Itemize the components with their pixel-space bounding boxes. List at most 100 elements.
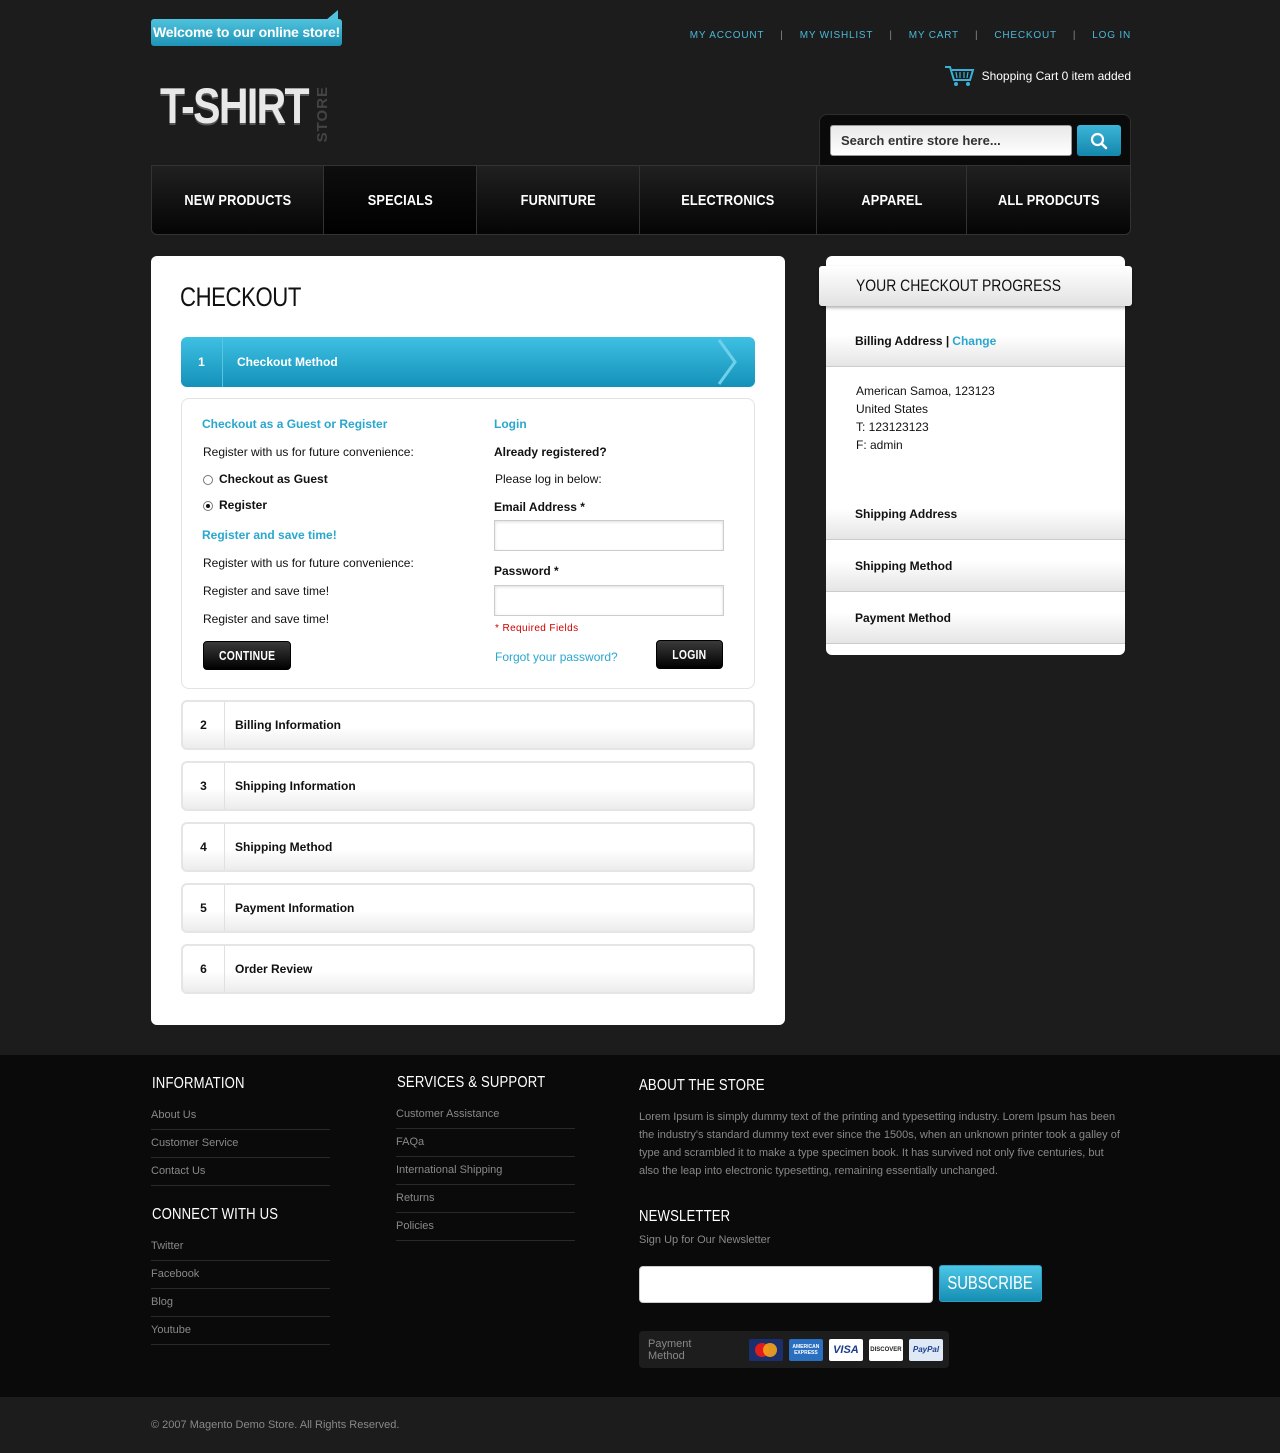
step-label: Billing Information	[235, 718, 341, 732]
address-line: F: admin	[856, 438, 903, 452]
store-logo[interactable]: T-SHIRT STORE	[160, 78, 340, 142]
newsletter-subtitle: Sign Up for Our Newsletter	[639, 1234, 771, 1246]
footer-connect-links: Twitter Facebook Blog Youtube	[151, 1233, 330, 1345]
top-links: MY ACCOUNT | MY WISHLIST | MY CART | CHE…	[690, 30, 1131, 41]
subscribe-label: SUBSCRIBE	[947, 1273, 1034, 1293]
newsletter-title: NEWSLETTER	[639, 1208, 731, 1225]
payment-methods: Payment Method AMERICAN EXPRESS VISA DIS…	[639, 1331, 949, 1368]
my-cart-link[interactable]: MY CART	[909, 30, 959, 41]
already-registered: Already registered?	[494, 445, 607, 459]
footer-link-customer-assistance[interactable]: Customer Assistance	[396, 1101, 575, 1129]
nav-apparel[interactable]: APPAREL	[817, 166, 967, 234]
mastercard-icon	[748, 1338, 783, 1361]
radio-register[interactable]	[203, 501, 213, 511]
footer-services-title: SERVICES & SUPPORT	[397, 1074, 546, 1091]
cart-icon	[944, 66, 974, 86]
footer-information-title: INFORMATION	[152, 1075, 245, 1092]
login-section-title: Login	[494, 417, 527, 431]
footer-link-twitter[interactable]: Twitter	[151, 1233, 330, 1261]
nav-furniture[interactable]: FURNITURE	[477, 166, 640, 234]
copyright: © 2007 Magento Demo Store. All Rights Re…	[151, 1419, 400, 1431]
step-shipping-information[interactable]: 3 Shipping Information	[181, 761, 755, 811]
amex-icon: AMERICAN EXPRESS	[788, 1338, 823, 1361]
guest-section-title: Checkout as a Guest or Register	[202, 417, 388, 431]
footer-link-about-us[interactable]: About Us	[151, 1102, 330, 1130]
footer-link-blog[interactable]: Blog	[151, 1289, 330, 1317]
step-shipping-method[interactable]: 4 Shipping Method	[181, 822, 755, 872]
step-label: Order Review	[235, 962, 313, 976]
footer-link-returns[interactable]: Returns	[396, 1185, 575, 1213]
search-bar	[819, 114, 1131, 166]
chevron-right-icon	[717, 339, 737, 385]
register-line-1: Register with us for future convenience:	[203, 556, 414, 570]
footer-link-faq[interactable]: FAQa	[396, 1129, 575, 1157]
login-label: LOGIN	[672, 647, 707, 662]
footer-link-youtube[interactable]: Youtube	[151, 1317, 330, 1345]
step-number: 3	[183, 763, 225, 809]
step-billing-information[interactable]: 2 Billing Information	[181, 700, 755, 750]
subscribe-button[interactable]: SUBSCRIBE	[939, 1265, 1042, 1302]
my-wishlist-link[interactable]: MY WISHLIST	[800, 30, 874, 41]
step-checkout-method[interactable]: 1 Checkout Method	[181, 337, 755, 387]
nav-all-products[interactable]: ALL PRODCUTS	[967, 166, 1130, 234]
footer-services-links: Customer Assistance FAQa International S…	[396, 1101, 575, 1241]
radio-label-register: Register	[219, 498, 268, 512]
logo-subtext: STORE	[314, 86, 331, 143]
link-separator: |	[1072, 30, 1077, 41]
my-account-link[interactable]: MY ACCOUNT	[690, 30, 765, 41]
step-number: 4	[183, 824, 225, 870]
nav-specials[interactable]: SPECIALS	[324, 166, 477, 234]
cart-summary: Shopping Cart 0 item added	[981, 69, 1131, 83]
login-button[interactable]: LOGIN	[656, 640, 723, 669]
search-input[interactable]	[830, 125, 1072, 156]
logo-text: T-SHIRT	[160, 78, 310, 134]
register-line-2: Register and save time!	[203, 584, 330, 598]
shopping-cart[interactable]: Shopping Cart 0 item added	[944, 64, 1131, 88]
email-label: Email Address *	[494, 500, 585, 514]
checkout-method-content: Checkout as a Guest or Register Register…	[181, 398, 755, 689]
main-navigation: NEW PRODUCTS SPECIALS FURNITURE ELECTRON…	[151, 165, 1131, 235]
visa-icon: VISA	[828, 1338, 863, 1361]
nav-label: SPECIALS	[367, 191, 433, 209]
checkout-link[interactable]: CHECKOUT	[994, 30, 1057, 41]
address-line: American Samoa, 123123	[856, 384, 995, 398]
continue-button[interactable]: CONTINUE	[203, 641, 291, 670]
step-payment-information[interactable]: 5 Payment Information	[181, 883, 755, 933]
progress-title: YOUR CHECKOUT PROGRESS	[856, 276, 1062, 295]
footer-information-links: About Us Customer Service Contact Us	[151, 1102, 330, 1186]
change-billing-link[interactable]: Change	[952, 334, 996, 348]
log-in-link[interactable]: LOG IN	[1092, 30, 1131, 41]
nav-label: ALL PRODCUTS	[997, 191, 1100, 209]
checkout-panel: CHECKOUT 1 Checkout Method Checkout as a…	[151, 256, 785, 1025]
forgot-password-link[interactable]: Forgot your password?	[495, 650, 618, 664]
payment-method-label: Payment Method	[648, 1337, 692, 1362]
progress-separator: |	[945, 333, 950, 348]
register-line-3: Register and save time!	[203, 612, 330, 626]
progress-shipping-method: Shipping Method	[826, 540, 1125, 592]
paypal-icon: PayPal	[908, 1338, 943, 1361]
newsletter-email-input[interactable]	[639, 1266, 933, 1303]
search-icon	[1090, 132, 1108, 149]
password-label: Password *	[494, 564, 559, 578]
radio-checkout-guest[interactable]	[203, 475, 213, 485]
footer-link-customer-service[interactable]: Customer Service	[151, 1130, 330, 1158]
link-separator: |	[780, 30, 784, 41]
address-line: United States	[856, 402, 929, 416]
link-separator: |	[974, 30, 979, 41]
password-label-text: Password	[494, 564, 551, 578]
footer-link-contact-us[interactable]: Contact Us	[151, 1158, 330, 1186]
footer-link-international-shipping[interactable]: International Shipping	[396, 1157, 575, 1185]
step-label: Shipping Information	[235, 779, 356, 793]
guest-intro: Register with us for future convenience:	[203, 445, 414, 459]
step-order-review[interactable]: 6 Order Review	[181, 944, 755, 994]
footer-link-policies[interactable]: Policies	[396, 1213, 575, 1241]
progress-billing-address: Billing Address | Change	[826, 315, 1125, 367]
footer-link-facebook[interactable]: Facebook	[151, 1261, 330, 1289]
email-field[interactable]	[494, 520, 724, 551]
nav-electronics[interactable]: ELECTRONICS	[640, 166, 817, 234]
continue-label: CONTINUE	[218, 648, 276, 663]
progress-shipping-address: Shipping Address	[826, 488, 1125, 540]
password-field[interactable]	[494, 585, 724, 616]
search-button[interactable]	[1077, 125, 1121, 156]
nav-new-products[interactable]: NEW PRODUCTS	[152, 166, 324, 234]
